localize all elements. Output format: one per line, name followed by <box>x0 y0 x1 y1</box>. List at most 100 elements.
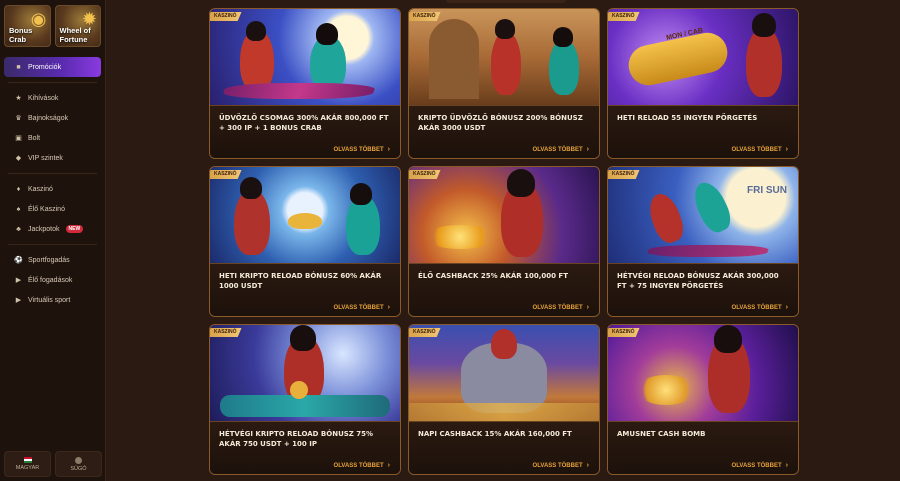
sidebar-footer: MAGYAR SÚGÓ <box>4 451 102 477</box>
category-tag: KASZINÓ <box>210 12 242 21</box>
sidebar-item-label: Jackpotok <box>28 225 60 233</box>
read-more-link[interactable]: OLVASS TÖBBET › <box>533 304 589 311</box>
promo-image: MON / CAB <box>608 9 798 105</box>
trophy-icon: ★ <box>15 95 22 102</box>
read-more-link[interactable]: OLVASS TÖBBET › <box>732 304 788 311</box>
read-more-link[interactable]: OLVASS TÖBBET › <box>334 462 390 469</box>
promo-title: Amusnet Cash Bomb <box>617 430 706 438</box>
top-handle <box>446 0 566 3</box>
chevron-right-icon: › <box>586 462 589 469</box>
promo-image <box>409 325 599 421</box>
sidebar-item-label: Promóciók <box>28 63 62 71</box>
help-button[interactable]: SÚGÓ <box>55 451 102 477</box>
sidebar-item-label: Kaszinó <box>28 185 53 193</box>
sidebar-item-live-bets[interactable]: ▶ Élő fogadások <box>0 270 105 290</box>
quick-tiles: ◉ Bonus Crab ✹ Wheel of Fortune <box>0 0 105 47</box>
read-more-label: OLVASS TÖBBET <box>731 146 782 153</box>
read-more-link[interactable]: OLVASS TÖBBET › <box>334 304 390 311</box>
weekend-label: FRI SUN <box>747 185 787 196</box>
promo-image <box>409 167 599 263</box>
card-body: Kripto üdvözlő bónusz 200% bónusz akár 3… <box>409 105 599 158</box>
category-tag: KASZINÓ <box>409 328 441 337</box>
divider <box>8 82 97 83</box>
bonus-crab-tile[interactable]: ◉ Bonus Crab <box>4 5 51 47</box>
promo-card[interactable]: KASZINÓ Heti kripto reload bónusz 60% ak… <box>209 166 401 317</box>
clover-icon: ♣ <box>16 225 21 233</box>
card-body: Élő cashback 25% akár 100,000 Ft OLVASS … <box>409 263 599 316</box>
chevron-right-icon: › <box>387 146 390 153</box>
promo-card[interactable]: KASZINÓ Élő cashback 25% akár 100,000 Ft… <box>408 166 600 317</box>
chevron-right-icon: › <box>387 462 390 469</box>
read-more-link[interactable]: OLVASS TÖBBET › <box>732 462 788 469</box>
read-more-link[interactable]: OLVASS TÖBBET › <box>732 146 788 153</box>
divider <box>8 244 97 245</box>
virtual-sport-icon: ▶ <box>15 297 22 304</box>
card-body: Hétvégi reload bónusz akár 300,000 Ft + … <box>608 263 798 316</box>
sidebar-item-virtual-sports[interactable]: ▶ Virtuális sport <box>0 290 105 310</box>
sidebar-item-challenges[interactable]: ★ Kihívások <box>0 88 105 108</box>
read-more-link[interactable]: OLVASS TÖBBET › <box>533 146 589 153</box>
promo-image <box>608 325 798 421</box>
promo-card[interactable]: MON / CAB KASZINÓ Heti reload 55 ingyen … <box>607 8 799 159</box>
category-tag: KASZINÓ <box>210 328 242 337</box>
sidebar: ◉ Bonus Crab ✹ Wheel of Fortune ■ Promóc… <box>0 0 106 481</box>
promo-card[interactable]: KASZINÓ Amusnet Cash Bomb OLVASS TÖBBET … <box>607 324 799 475</box>
sidebar-item-vip[interactable]: ◆ VIP szintek <box>0 148 105 168</box>
chevron-right-icon: › <box>785 304 788 311</box>
live-bets-icon: ▶ <box>15 277 22 284</box>
read-more-label: OLVASS TÖBBET <box>532 462 583 469</box>
tile-label: Bonus Crab <box>9 26 33 44</box>
promo-card[interactable]: FRI SUN KASZINÓ Hétvégi reload bónusz ak… <box>607 166 799 317</box>
promo-title: Hétvégi kripto reload bónusz 75% akár 75… <box>219 430 374 448</box>
category-tag: KASZINÓ <box>409 170 441 179</box>
promo-image <box>210 325 400 421</box>
promo-card[interactable]: KASZINÓ Hétvégi kripto reload bónusz 75%… <box>209 324 401 475</box>
read-more-label: OLVASS TÖBBET <box>333 462 384 469</box>
promo-title: Kripto üdvözlő bónusz 200% bónusz akár 3… <box>418 114 583 132</box>
read-more-link[interactable]: OLVASS TÖBBET › <box>334 146 390 153</box>
sidebar-item-live-casino[interactable]: ♠ Élő Kaszinó <box>0 199 105 219</box>
new-badge: NEW <box>65 225 84 233</box>
tile-label: Wheel of Fortune <box>59 26 91 44</box>
read-more-label: OLVASS TÖBBET <box>731 462 782 469</box>
tournament-icon: ♛ <box>15 115 22 122</box>
promo-title: Napi cashback 15% akár 160,000 Ft <box>418 430 572 438</box>
category-tag: KASZINÓ <box>608 12 640 21</box>
promo-image: FRI SUN <box>608 167 798 263</box>
read-more-label: OLVASS TÖBBET <box>532 146 583 153</box>
promotions-grid: KASZINÓ Üdvözlő csomag 300% akár 800,000… <box>106 0 900 481</box>
sidebar-item-shop[interactable]: ▣ Bolt <box>0 128 105 148</box>
promo-card[interactable]: KASZINÓ Kripto üdvözlő bónusz 200% bónus… <box>408 8 600 159</box>
category-tag: KASZINÓ <box>409 12 441 21</box>
sidebar-item-jackpots[interactable]: ♣ Jackpotok NEW <box>0 219 105 239</box>
live-casino-icon: ♠ <box>16 205 21 213</box>
hungary-flag-icon <box>23 457 32 463</box>
sidebar-item-casino[interactable]: ♦ Kaszinó <box>0 179 105 199</box>
wheel-of-fortune-tile[interactable]: ✹ Wheel of Fortune <box>54 5 101 47</box>
help-label: SÚGÓ <box>70 465 87 472</box>
promo-card[interactable]: KASZINÓ Üdvözlő csomag 300% akár 800,000… <box>209 8 401 159</box>
chevron-right-icon: › <box>387 304 390 311</box>
promo-image <box>210 167 400 263</box>
chevron-right-icon: › <box>586 146 589 153</box>
card-body: Üdvözlő csomag 300% akár 800,000 Ft + 30… <box>210 105 400 158</box>
casino-icon: ♦ <box>16 185 21 193</box>
sidebar-item-label: Élő Kaszinó <box>28 205 65 213</box>
sidebar-item-tournaments[interactable]: ♛ Bajnokságok <box>0 108 105 128</box>
category-tag: KASZINÓ <box>608 170 640 179</box>
shop-icon: ▣ <box>15 135 22 142</box>
sidebar-item-sports[interactable]: ⚽ Sportfogadás <box>0 250 105 270</box>
language-button[interactable]: MAGYAR <box>4 451 51 477</box>
sidebar-item-label: Bajnokságok <box>28 114 69 122</box>
read-more-link[interactable]: OLVASS TÖBBET › <box>533 462 589 469</box>
card-body: Hétvégi kripto reload bónusz 75% akár 75… <box>210 421 400 474</box>
promo-card[interactable]: KASZINÓ Napi cashback 15% akár 160,000 F… <box>408 324 600 475</box>
promo-title: Hétvégi reload bónusz akár 300,000 Ft + … <box>617 272 779 290</box>
read-more-label: OLVASS TÖBBET <box>731 304 782 311</box>
promo-title: Üdvözlő csomag 300% akár 800,000 Ft + 30… <box>219 114 389 132</box>
read-more-label: OLVASS TÖBBET <box>333 146 384 153</box>
sidebar-item-promotions[interactable]: ■ Promóciók <box>4 57 101 77</box>
promo-title: Heti kripto reload bónusz 60% akár 1000 … <box>219 272 382 290</box>
divider <box>8 173 97 174</box>
chevron-right-icon: › <box>785 146 788 153</box>
